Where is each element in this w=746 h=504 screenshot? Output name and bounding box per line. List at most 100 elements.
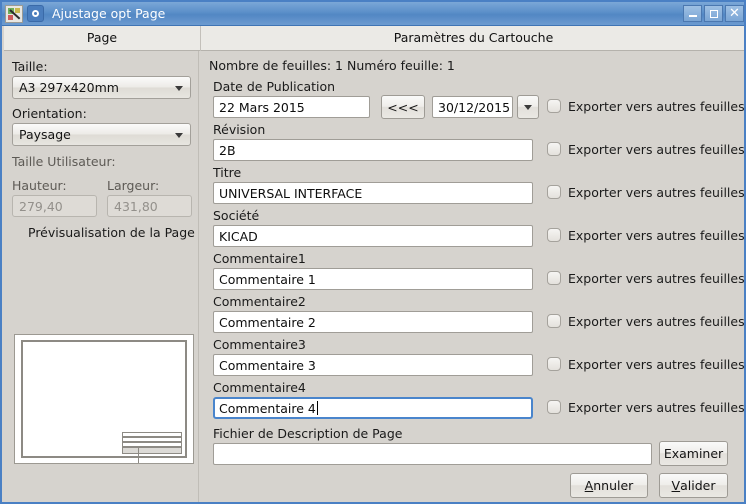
title-bar: Ajustage opt Page ✕: [2, 2, 746, 26]
preview-sheet-outline: [21, 340, 187, 458]
field-value-5: Commentaire 3: [219, 358, 316, 373]
field-value-1: UNIVERSAL INTERFACE: [219, 186, 362, 201]
field-export-checkbox-6[interactable]: [547, 400, 561, 414]
ok-label-rest: alider: [680, 478, 715, 493]
page-preview: [14, 334, 194, 464]
titleblock-panel-title: Paramètres du Cartouche: [201, 30, 746, 45]
cancel-mnemonic: A: [585, 478, 594, 493]
orientation-combo[interactable]: Paysage: [12, 123, 191, 146]
field-export-row-0[interactable]: Exporter vers autres feuilles: [547, 138, 745, 160]
field-export-label-6: Exporter vers autres feuilles: [568, 400, 745, 415]
description-file-input[interactable]: [213, 443, 652, 465]
field-export-row-4[interactable]: Exporter vers autres feuilles: [547, 310, 745, 332]
field-label-3: Commentaire1: [213, 251, 306, 266]
browse-button-label: Examiner: [664, 446, 723, 461]
field-export-label-4: Exporter vers autres feuilles: [568, 314, 745, 329]
date-picker-dropdown-button[interactable]: [517, 95, 539, 119]
field-input-5[interactable]: Commentaire 3: [213, 354, 533, 376]
custom-height-input: 279,40: [12, 195, 97, 217]
page-panel-title: Page: [4, 30, 200, 45]
custom-height-value: 279,40: [19, 199, 63, 214]
field-label-4: Commentaire2: [213, 294, 306, 309]
field-value-3: Commentaire 1: [219, 272, 316, 287]
orientation-value: Paysage: [19, 127, 71, 142]
date-export-checkbox[interactable]: [547, 99, 561, 113]
field-value-0: 2B: [219, 143, 236, 158]
window-menu-icon[interactable]: [27, 5, 44, 22]
ok-button[interactable]: Valider: [659, 473, 728, 498]
paper-size-value: A3 297x420mm: [19, 80, 119, 95]
date-apply-button[interactable]: <<<: [381, 95, 425, 119]
page-preview-label: Prévisualisation de la Page: [28, 225, 195, 240]
browse-button[interactable]: Examiner: [659, 441, 728, 466]
window-title: Ajustage opt Page: [52, 6, 165, 21]
date-picker-value: 30/12/2015: [438, 100, 510, 115]
date-export-checkbox-row[interactable]: Exporter vers autres feuilles: [547, 95, 745, 117]
field-label-5: Commentaire3: [213, 337, 306, 352]
app-palette-pencil-icon: [5, 5, 23, 23]
size-label: Taille:: [12, 59, 48, 74]
field-input-4[interactable]: Commentaire 2: [213, 311, 533, 333]
preview-title-block: [122, 432, 182, 454]
field-export-checkbox-1[interactable]: [547, 185, 561, 199]
field-input-0[interactable]: 2B: [213, 139, 533, 161]
field-export-label-5: Exporter vers autres feuilles: [568, 357, 745, 372]
field-export-label-2: Exporter vers autres feuilles: [568, 228, 745, 243]
field-input-6[interactable]: Commentaire 4: [213, 397, 533, 419]
sheet-count-label: Nombre de feuilles: 1: [209, 58, 343, 73]
field-value-2: KICAD: [219, 229, 258, 244]
panel-header-row: Page Paramètres du Cartouche: [4, 26, 746, 51]
field-value-4: Commentaire 2: [219, 315, 316, 330]
ok-mnemonic: V: [672, 478, 681, 493]
maximize-icon: [710, 10, 718, 18]
field-export-checkbox-2[interactable]: [547, 228, 561, 242]
orientation-label: Orientation:: [12, 106, 87, 121]
date-value: 22 Mars 2015: [219, 100, 305, 115]
date-input[interactable]: 22 Mars 2015: [213, 96, 370, 118]
field-export-row-1[interactable]: Exporter vers autres feuilles: [547, 181, 745, 203]
description-file-label: Fichier de Description de Page: [213, 426, 402, 441]
width-label: Largeur:: [107, 178, 159, 193]
field-label-6: Commentaire4: [213, 380, 306, 395]
minimize-icon: [689, 15, 697, 17]
field-export-checkbox-3[interactable]: [547, 271, 561, 285]
page-settings-panel: Taille: A3 297x420mm Orientation: Paysag…: [4, 51, 199, 504]
minimize-button[interactable]: [683, 5, 702, 22]
field-export-checkbox-4[interactable]: [547, 314, 561, 328]
date-apply-label: <<<: [387, 100, 418, 115]
date-picker-input[interactable]: 30/12/2015: [432, 96, 513, 118]
close-button[interactable]: ✕: [725, 5, 744, 22]
field-label-1: Titre: [213, 165, 241, 180]
chevron-down-icon: [524, 105, 532, 110]
field-export-row-5[interactable]: Exporter vers autres feuilles: [547, 353, 745, 375]
field-value-6: Commentaire 4: [219, 401, 316, 416]
field-export-row-3[interactable]: Exporter vers autres feuilles: [547, 267, 745, 289]
maximize-button[interactable]: [704, 5, 723, 22]
field-label-2: Société: [213, 208, 259, 223]
user-size-label: Taille Utilisateur:: [12, 154, 116, 169]
chevron-down-icon: [175, 86, 183, 91]
field-export-row-2[interactable]: Exporter vers autres feuilles: [547, 224, 745, 246]
height-label: Hauteur:: [12, 178, 67, 193]
cancel-label-rest: nnuler: [593, 478, 633, 493]
sheet-number-label: Numéro feuille: 1: [347, 58, 455, 73]
custom-width-input: 431,80: [107, 195, 192, 217]
text-caret: [317, 401, 318, 415]
close-icon: ✕: [729, 7, 740, 20]
field-input-1[interactable]: UNIVERSAL INTERFACE: [213, 182, 533, 204]
field-input-3[interactable]: Commentaire 1: [213, 268, 533, 290]
date-label: Date de Publication: [213, 79, 335, 94]
window-controls: ✕: [683, 5, 746, 22]
paper-size-combo[interactable]: A3 297x420mm: [12, 76, 191, 99]
field-export-row-6[interactable]: Exporter vers autres feuilles: [547, 396, 745, 418]
field-export-checkbox-5[interactable]: [547, 357, 561, 371]
cancel-button[interactable]: Annuler: [570, 473, 648, 498]
field-export-checkbox-0[interactable]: [547, 142, 561, 156]
titleblock-settings-panel: Nombre de feuilles: 1 Numéro feuille: 1 …: [199, 51, 746, 504]
field-export-label-0: Exporter vers autres feuilles: [568, 142, 745, 157]
field-input-2[interactable]: KICAD: [213, 225, 533, 247]
page-settings-dialog: Ajustage opt Page ✕ Page Paramètres du C…: [0, 0, 746, 504]
field-export-label-3: Exporter vers autres feuilles: [568, 271, 745, 286]
field-label-0: Révision: [213, 122, 265, 137]
custom-width-value: 431,80: [114, 199, 158, 214]
